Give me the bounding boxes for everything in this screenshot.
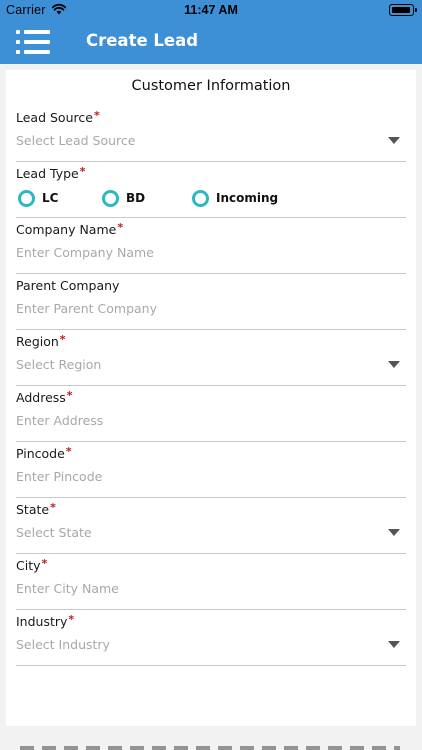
field-placeholder: Select Region bbox=[16, 357, 102, 372]
state-select[interactable]: State* Select State bbox=[16, 501, 406, 554]
field-label: City* bbox=[16, 557, 48, 573]
city-field[interactable]: City* Enter City Name bbox=[16, 557, 406, 610]
field-label: Pincode* bbox=[16, 445, 72, 461]
battery-icon bbox=[389, 4, 417, 16]
parent-company-field[interactable]: Parent Company Enter Parent Company bbox=[16, 278, 406, 330]
field-label: State* bbox=[16, 501, 56, 517]
hamburger-menu-icon[interactable] bbox=[16, 29, 50, 55]
required-marker: * bbox=[117, 221, 124, 234]
page-title: Create Lead bbox=[86, 31, 199, 50]
radio-circle-icon[interactable] bbox=[192, 190, 209, 207]
field-label: Lead Type* bbox=[16, 165, 86, 181]
dropdown-arrow-icon[interactable] bbox=[388, 137, 400, 144]
lead-type-field: Lead Type* LC BD Incoming bbox=[16, 165, 406, 218]
industry-select[interactable]: Industry* Select Industry bbox=[16, 613, 406, 666]
field-placeholder[interactable]: Enter City Name bbox=[16, 581, 119, 596]
section-title: Customer Information bbox=[131, 78, 291, 94]
lead-type-radio-group: LC BD Incoming bbox=[16, 188, 406, 210]
clipped-text-row bbox=[20, 746, 400, 750]
radio-circle-icon[interactable] bbox=[102, 190, 119, 207]
required-marker: * bbox=[79, 165, 86, 178]
company-name-field[interactable]: Company Name* Enter Company Name bbox=[16, 221, 406, 274]
customer-info-card: Customer Information Lead Source* Select… bbox=[6, 70, 416, 726]
region-select[interactable]: Region* Select Region bbox=[16, 333, 406, 386]
field-placeholder: Select State bbox=[16, 525, 92, 540]
field-placeholder: Select Industry bbox=[16, 637, 110, 652]
field-label: Industry* bbox=[16, 613, 75, 629]
clock: 11:47 AM bbox=[184, 3, 238, 17]
radio-circle-icon[interactable] bbox=[18, 190, 35, 207]
field-placeholder[interactable]: Enter Pincode bbox=[16, 469, 102, 484]
field-label: Region* bbox=[16, 333, 66, 349]
dropdown-arrow-icon[interactable] bbox=[388, 529, 400, 536]
field-label: Address* bbox=[16, 389, 73, 405]
address-field[interactable]: Address* Enter Address bbox=[16, 389, 406, 442]
lead-source-select[interactable]: Lead Source* Select Lead Source bbox=[16, 109, 406, 162]
field-placeholder[interactable]: Enter Address bbox=[16, 413, 103, 428]
status-bar: Carrier 11:47 AM bbox=[0, 0, 422, 20]
required-marker: * bbox=[66, 389, 73, 402]
field-label: Company Name* bbox=[16, 221, 124, 237]
pincode-field[interactable]: Pincode* Enter Pincode bbox=[16, 445, 406, 498]
field-label: Lead Source* bbox=[16, 109, 100, 125]
dropdown-arrow-icon[interactable] bbox=[388, 641, 400, 648]
required-marker: * bbox=[65, 445, 72, 458]
field-placeholder: Select Lead Source bbox=[16, 133, 136, 148]
field-placeholder[interactable]: Enter Parent Company bbox=[16, 301, 157, 316]
required-marker: * bbox=[68, 613, 75, 626]
dropdown-arrow-icon[interactable] bbox=[388, 361, 400, 368]
required-marker: * bbox=[50, 501, 56, 514]
required-marker: * bbox=[59, 333, 66, 346]
field-placeholder[interactable]: Enter Company Name bbox=[16, 245, 154, 260]
nav-bar: Create Lead bbox=[0, 20, 422, 64]
required-marker: * bbox=[93, 109, 100, 122]
field-label: Parent Company bbox=[16, 278, 120, 293]
required-marker: * bbox=[41, 557, 48, 570]
next-card-peek bbox=[0, 730, 422, 750]
